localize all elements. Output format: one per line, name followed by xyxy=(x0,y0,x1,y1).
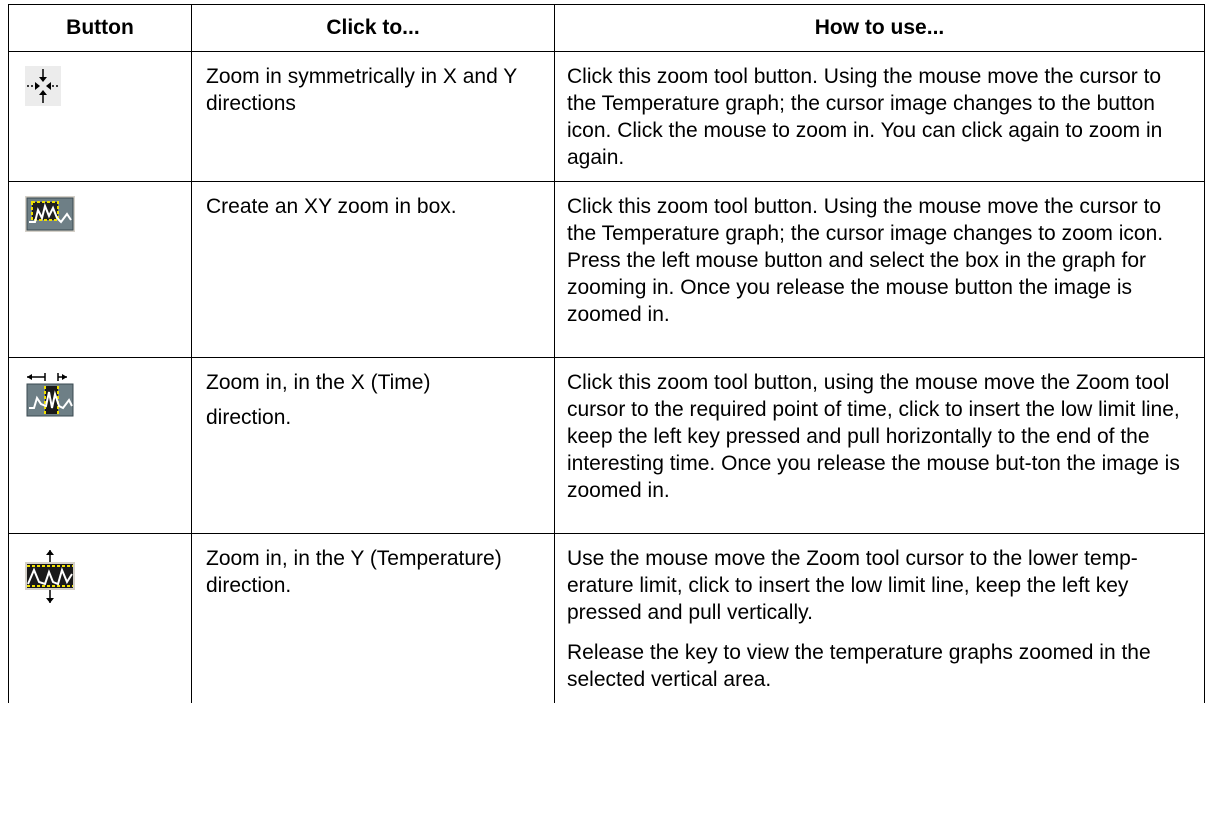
zoom-x-icon[interactable] xyxy=(25,372,75,418)
table-row: Create an XY zoom in box. Click this zoo… xyxy=(8,181,1205,358)
click-to-text: Zoom in symmetrically in X and Y directi… xyxy=(206,65,517,115)
header-click-to: Click to... xyxy=(191,4,555,52)
click-to-text: Create an XY zoom in box. xyxy=(206,195,457,218)
how-to-use-cell: Click this zoom tool button. Using the m… xyxy=(554,181,1205,358)
how-to-use-cell: Use the mouse move the Zoom tool cursor … xyxy=(554,533,1205,703)
table-row: Zoom in, in the X (Time) direction. Clic… xyxy=(8,357,1205,534)
how-to-use-text: Use the mouse move the Zoom tool cursor … xyxy=(567,547,1138,624)
how-to-use-text: Click this zoom tool button. Using the m… xyxy=(567,195,1164,326)
click-to-text: Zoom in, in the X (Time) xyxy=(206,371,431,394)
zoom-box-icon[interactable] xyxy=(25,196,75,232)
how-to-use-cell: Click this zoom tool button, using the m… xyxy=(554,357,1205,534)
click-to-cell: Zoom in, in the Y (Temperature) directio… xyxy=(191,533,555,703)
button-cell xyxy=(8,357,192,534)
click-to-cell: Zoom in symmetrically in X and Y directi… xyxy=(191,51,555,182)
zoom-y-icon[interactable] xyxy=(25,548,75,608)
how-to-use-text: Click this zoom tool button. Using the m… xyxy=(567,65,1163,169)
how-to-use-text: Click this zoom tool button, using the m… xyxy=(567,371,1180,502)
header-button: Button xyxy=(8,4,192,52)
click-to-text-continued: direction. xyxy=(206,406,292,429)
click-to-text: Zoom in, in the Y (Temperature) directio… xyxy=(206,547,502,597)
button-cell xyxy=(8,51,192,182)
table-header-row: Button Click to... How to use... xyxy=(8,4,1205,52)
click-to-cell: Zoom in, in the X (Time) direction. xyxy=(191,357,555,534)
table-row: Zoom in, in the Y (Temperature) directio… xyxy=(8,533,1205,703)
zoom-symmetric-icon[interactable] xyxy=(25,66,61,106)
button-cell xyxy=(8,533,192,703)
how-to-use-text-continued: Release the key to view the temperature … xyxy=(567,641,1151,691)
how-to-use-cell: Click this zoom tool button. Using the m… xyxy=(554,51,1205,182)
zoom-tools-table: Button Click to... How to use... Zoom in… xyxy=(8,4,1205,703)
table-row: Zoom in symmetrically in X and Y directi… xyxy=(8,51,1205,182)
button-cell xyxy=(8,181,192,358)
header-how-to-use: How to use... xyxy=(554,4,1205,52)
click-to-cell: Create an XY zoom in box. xyxy=(191,181,555,358)
